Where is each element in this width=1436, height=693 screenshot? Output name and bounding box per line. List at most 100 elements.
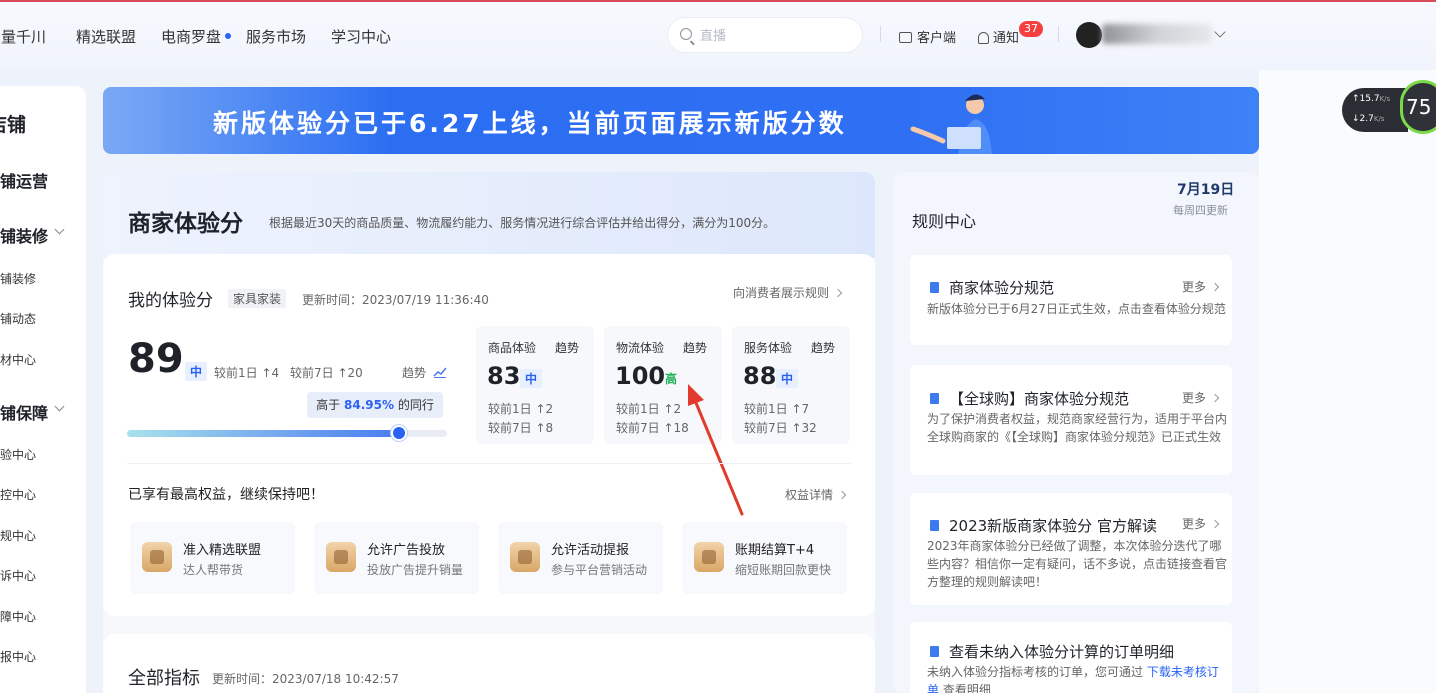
rule-title[interactable]: 【全球购】商家体验分规范 <box>930 388 1129 409</box>
sub-score-level: 中 <box>520 369 543 388</box>
benefit-title: 允许广告投放 <box>367 543 446 558</box>
bell-icon <box>978 32 989 44</box>
all-metrics-updated: 更新时间：2023/07/18 10:42:57 <box>212 672 399 686</box>
sub-score-name: 商品体验 <box>488 341 537 355</box>
nav-compass-label: 电商罗盘 <box>161 28 222 46</box>
rule-title[interactable]: 查看未纳入体验分计算的订单明细 <box>930 641 1174 662</box>
benefit-card[interactable]: 准入精选联盟 达人帮带货 <box>130 522 295 594</box>
sub-score-value: 83 <box>487 362 521 390</box>
download-speed: ↓2.7 <box>1352 114 1374 124</box>
rule-desc: 为了保护消费者权益，规范商家经营行为，适用于平台内全球购商家的《【全球购】商家体… <box>927 412 1228 444</box>
rule-more-link[interactable]: 更多 <box>1182 278 1220 295</box>
star-badge-icon <box>142 542 172 572</box>
rule-title[interactable]: 2023新版商家体验分 官方解读 <box>930 515 1157 536</box>
chevron-down-icon[interactable] <box>54 224 65 235</box>
rule-desc: 新版体验分已于6月27日正式生效，点击查看体验分规范 <box>927 302 1226 316</box>
percentile-suffix: 的同行 <box>397 398 434 412</box>
chevron-right-icon <box>1210 519 1220 529</box>
score-vs-1d: 较前1日 ↑4 <box>214 366 280 380</box>
rules-update-note: 每周四更新 <box>1173 204 1228 217</box>
annotation-arrow <box>688 384 744 516</box>
category-tag: 家具家装 <box>228 289 287 308</box>
benefits-detail-label: 权益详情 <box>785 488 834 502</box>
sidebar-item-violation[interactable]: 违规中心 <box>0 527 36 544</box>
client-download-button[interactable]: 客户端 <box>899 27 956 46</box>
chevron-right-icon <box>837 490 847 500</box>
consumer-rule-label: 向消费者展示规则 <box>733 286 830 300</box>
sidebar-item-complaint[interactable]: 投诉中心 <box>0 567 36 584</box>
page-description: 根据最近30天的商品质量、物流履约能力、服务情况进行综合评估并给出得分，满分为1… <box>269 216 776 230</box>
nav-alliance[interactable]: 精选联盟 <box>76 26 136 47</box>
rule-title-text: 2023新版商家体验分 官方解读 <box>949 517 1157 535</box>
sidebar-item-report[interactable]: 举报中心 <box>0 648 36 665</box>
memory-gauge[interactable]: 75 <box>1400 80 1436 134</box>
page-title: 商家体验分 <box>128 211 243 237</box>
trend-chart-icon <box>433 367 447 378</box>
rule-title-text: 【全球购】商家体验分规范 <box>949 390 1130 408</box>
nav-compass[interactable]: 电商罗盘 <box>161 26 232 47</box>
sub-score-name: 服务体验 <box>744 341 793 355</box>
score-updated-time: 更新时间：2023/07/19 11:36:40 <box>302 293 489 307</box>
score-vs-7d: 较前7日 ↑20 <box>290 366 363 380</box>
benefits-title: 已享有最高权益，继续保持吧！ <box>128 487 324 503</box>
client-label: 客户端 <box>917 31 957 46</box>
sidebar-item-experience[interactable]: 体验中心 <box>0 446 36 463</box>
banner-text: 新版体验分已于6.27上线，当前页面展示新版分数 <box>213 109 847 138</box>
percentile-progress-fill <box>127 430 399 437</box>
search-box[interactable] <box>668 18 862 52</box>
sidebar: 店铺 店铺运营 店铺装修 店铺装修 店铺动态 素材中心 店铺保障 体验中心 风控… <box>0 86 86 693</box>
rule-title[interactable]: 商家体验分规范 <box>930 277 1054 298</box>
announcement-banner[interactable]: 新版体验分已于6.27上线，当前页面展示新版分数 <box>103 87 1259 154</box>
sidebar-item-ops[interactable]: 店铺运营 <box>0 168 48 192</box>
score-trend-link[interactable]: 趋势 <box>402 364 447 381</box>
benefit-title: 账期结算T+4 <box>735 543 815 558</box>
rule-title-text: 查看未纳入体验分计算的订单明细 <box>949 643 1175 661</box>
sidebar-item-risk[interactable]: 风控中心 <box>0 486 36 503</box>
section-divider <box>127 463 851 464</box>
sidebar-group-decor[interactable]: 店铺装修 <box>0 223 48 247</box>
sidebar-item-materials[interactable]: 素材中心 <box>0 351 36 368</box>
chevron-down-icon[interactable] <box>54 401 65 412</box>
new-dot-icon <box>225 33 232 39</box>
chevron-right-icon <box>1210 393 1220 403</box>
benefit-title: 允许活动提报 <box>551 543 630 558</box>
sidebar-store-title: 店铺 <box>0 114 27 136</box>
benefits-detail-link[interactable]: 权益详情 <box>785 486 847 503</box>
rule-more-label: 更多 <box>1182 517 1207 531</box>
rule-more-label: 更多 <box>1182 391 1207 405</box>
rule-more-link[interactable]: 更多 <box>1182 389 1220 406</box>
nav-service-market[interactable]: 服务市场 <box>246 26 306 47</box>
sub-score-level: 中 <box>776 369 799 388</box>
sidebar-item-dynamics[interactable]: 店铺动态 <box>0 310 36 327</box>
rule-more-link[interactable]: 更多 <box>1182 515 1220 532</box>
chevron-right-icon <box>1210 282 1220 292</box>
benefit-card[interactable]: 允许广告投放 投放广告提升销量 <box>314 522 479 594</box>
sub-score-vs-1d: 较前1日 ↑2 <box>488 402 554 416</box>
avatar[interactable] <box>1076 22 1102 48</box>
my-score-title: 我的体验分 <box>128 291 213 311</box>
chevron-right-icon <box>833 288 843 298</box>
account-name-blurred[interactable] <box>1102 24 1212 44</box>
nav-qianchuan[interactable]: 巨量千川 <box>0 26 46 47</box>
rule-title-text: 商家体验分规范 <box>949 279 1055 297</box>
sub-score-vs-7d: 较前7日 ↑8 <box>488 421 554 435</box>
network-speed-widget[interactable]: ↑15.7K/s ↓2.7K/s <box>1342 88 1408 132</box>
all-metrics-title: 全部指标 <box>128 668 200 689</box>
score-level-badge: 中 <box>185 362 208 381</box>
notification-button[interactable]: 通知 <box>978 27 1019 46</box>
notify-label: 通知 <box>993 31 1020 46</box>
sidebar-group-guarantee[interactable]: 店铺保障 <box>0 400 48 424</box>
sub-score-trend[interactable]: 趋势 <box>555 339 579 356</box>
nav-learning-center[interactable]: 学习中心 <box>331 26 391 47</box>
sub-score-trend[interactable]: 趋势 <box>811 339 835 356</box>
consumer-rule-link[interactable]: 向消费者展示规则 <box>733 284 843 301</box>
sub-score-trend[interactable]: 趋势 <box>683 339 707 356</box>
campaign-box-icon <box>510 542 540 572</box>
search-input[interactable] <box>700 26 850 44</box>
percentile-tooltip: 高于 84.95% 的同行 <box>307 392 443 418</box>
benefit-card[interactable]: 账期结算T+4 缩短账期回款更快 <box>682 522 847 594</box>
sidebar-item-decor[interactable]: 店铺装修 <box>0 270 36 287</box>
document-icon <box>930 393 939 404</box>
sidebar-item-protection[interactable]: 保障中心 <box>0 608 36 625</box>
benefit-card[interactable]: 允许活动提报 参与平台营销活动 <box>498 522 663 594</box>
